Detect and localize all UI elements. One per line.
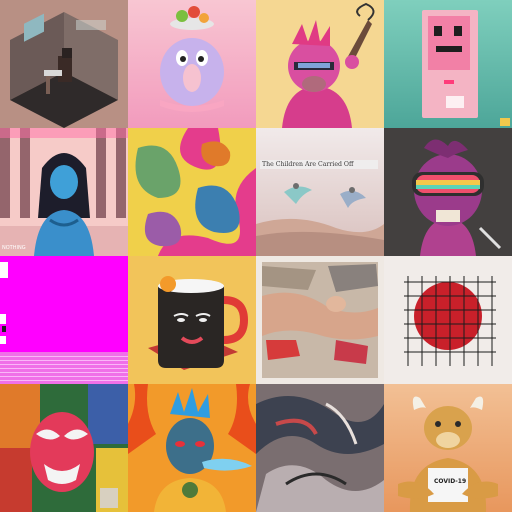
nft-gallery-grid: NOTHING The Children Are Carried Off COV… [0, 0, 512, 512]
abstract-strokes-image [256, 384, 384, 512]
tile-pink-robot-poster[interactable] [384, 0, 512, 128]
luchador-mask-image [0, 384, 128, 512]
tile-blue-devil-fire[interactable] [128, 384, 256, 512]
tile-donut-fruit-bowl[interactable] [128, 0, 256, 128]
magenta-pixel-image [0, 256, 128, 384]
tile-collage-figure[interactable] [256, 256, 384, 384]
pink-robot-poster-image [384, 0, 512, 128]
tile-abstract-strokes[interactable] [256, 384, 384, 512]
tile-luchador-mask[interactable] [0, 384, 128, 512]
tile-psychedelic-blobs[interactable] [128, 128, 256, 256]
tile-blue-girl-pool[interactable]: NOTHING [0, 128, 128, 256]
donut-fruit-bowl-image [128, 0, 256, 128]
tile-children-carried-off[interactable]: The Children Are Carried Off [256, 128, 384, 256]
doge-bull-covid-image [384, 384, 512, 512]
tile-doge-bull-covid[interactable]: COVID-19 [384, 384, 512, 512]
tile-red-circle-grid[interactable] [384, 256, 512, 384]
tile-isometric-room[interactable] [0, 0, 128, 128]
psychedelic-blobs-image [128, 128, 256, 256]
collage-figure-image [256, 256, 384, 384]
coffee-mug-character-image [128, 256, 256, 384]
children-carried-off-image [256, 128, 384, 256]
tile-pink-ape-whip[interactable] [256, 0, 384, 128]
tile-purple-alien-goggles[interactable] [384, 128, 512, 256]
blue-girl-pool-image [0, 128, 128, 256]
blue-devil-fire-image [128, 384, 256, 512]
artwork-title: The Children Are Carried Off [260, 160, 378, 169]
purple-alien-goggles-image [384, 128, 512, 256]
pink-ape-whip-image [256, 0, 384, 128]
tile-magenta-pixel[interactable] [0, 256, 128, 384]
isometric-room-image [0, 0, 128, 128]
tile-coffee-mug-character[interactable] [128, 256, 256, 384]
red-circle-grid-image [384, 256, 512, 384]
